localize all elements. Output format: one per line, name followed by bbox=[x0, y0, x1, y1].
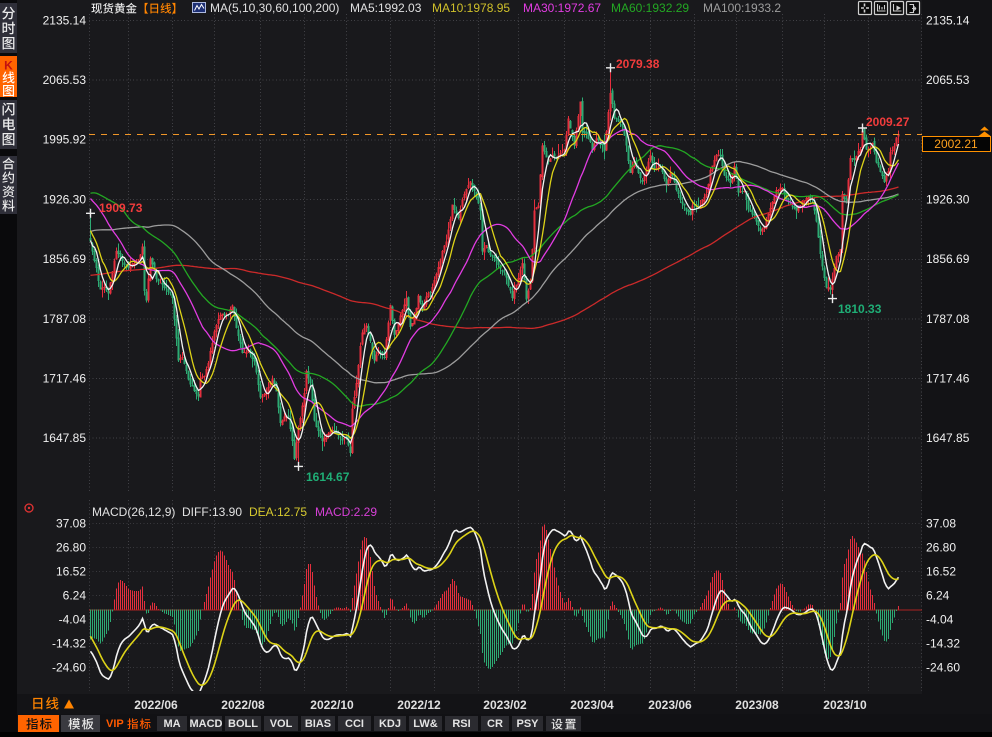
svg-text:1787.08: 1787.08 bbox=[43, 312, 87, 326]
svg-text:MA: MA bbox=[163, 718, 180, 730]
svg-text:MACD:2.29: MACD:2.29 bbox=[315, 505, 377, 519]
svg-text:CR: CR bbox=[487, 718, 503, 730]
svg-text:-24.60: -24.60 bbox=[52, 660, 86, 674]
svg-text:2135.14: 2135.14 bbox=[43, 13, 87, 27]
svg-text:-24.60: -24.60 bbox=[926, 660, 960, 674]
svg-text:-14.32: -14.32 bbox=[52, 636, 86, 650]
svg-text:MACD(26,12,9): MACD(26,12,9) bbox=[92, 505, 175, 519]
svg-text:MA10:1978.95: MA10:1978.95 bbox=[432, 1, 510, 15]
svg-text:2022/12: 2022/12 bbox=[397, 698, 441, 712]
svg-text:16.52: 16.52 bbox=[56, 564, 86, 578]
svg-text:K: K bbox=[4, 59, 13, 73]
svg-text:BIAS: BIAS bbox=[305, 718, 331, 730]
svg-text:2135.14: 2135.14 bbox=[926, 13, 970, 27]
svg-text:16.52: 16.52 bbox=[926, 564, 956, 578]
svg-text:1717.46: 1717.46 bbox=[926, 372, 970, 386]
svg-text:VOL: VOL bbox=[270, 718, 293, 730]
svg-text:1909.73: 1909.73 bbox=[99, 201, 143, 215]
svg-text:1995.92: 1995.92 bbox=[43, 133, 87, 147]
svg-text:DEA:12.75: DEA:12.75 bbox=[249, 505, 307, 519]
svg-text:2022/08: 2022/08 bbox=[221, 698, 265, 712]
svg-text:2065.53: 2065.53 bbox=[926, 73, 970, 87]
svg-text:1647.85: 1647.85 bbox=[43, 431, 87, 445]
svg-text:-4.04: -4.04 bbox=[926, 612, 954, 626]
svg-text:-4.04: -4.04 bbox=[59, 612, 87, 626]
svg-text:PSY: PSY bbox=[516, 718, 539, 730]
svg-text:37.08: 37.08 bbox=[926, 516, 956, 530]
svg-text:2022/06: 2022/06 bbox=[134, 698, 178, 712]
svg-text:26.80: 26.80 bbox=[926, 540, 956, 554]
svg-text:MACD: MACD bbox=[190, 718, 223, 730]
svg-text:MA5:1992.03: MA5:1992.03 bbox=[350, 1, 422, 15]
svg-text:-14.32: -14.32 bbox=[926, 636, 960, 650]
svg-text:2023/10: 2023/10 bbox=[823, 698, 867, 712]
svg-text:2023/04: 2023/04 bbox=[570, 698, 614, 712]
svg-text:1856.69: 1856.69 bbox=[43, 252, 87, 266]
svg-text:1926.30: 1926.30 bbox=[926, 192, 970, 206]
svg-text:RSI: RSI bbox=[452, 718, 470, 730]
svg-text:DIFF:13.90: DIFF:13.90 bbox=[182, 505, 242, 519]
svg-text:6.24: 6.24 bbox=[926, 588, 950, 602]
svg-text:BOLL: BOLL bbox=[228, 718, 258, 730]
svg-text:2023/02: 2023/02 bbox=[483, 698, 527, 712]
svg-text:MA30:1972.67: MA30:1972.67 bbox=[523, 1, 601, 15]
svg-text:2022/10: 2022/10 bbox=[310, 698, 354, 712]
svg-text:MA100:1933.2: MA100:1933.2 bbox=[703, 1, 781, 15]
svg-text:37.08: 37.08 bbox=[56, 516, 86, 530]
svg-text:MA60:1932.29: MA60:1932.29 bbox=[611, 1, 689, 15]
svg-text:1810.33: 1810.33 bbox=[838, 302, 882, 316]
svg-text:KDJ: KDJ bbox=[379, 718, 401, 730]
svg-text:CCI: CCI bbox=[345, 718, 364, 730]
svg-text:26.80: 26.80 bbox=[56, 540, 86, 554]
svg-text:2079.38: 2079.38 bbox=[616, 57, 660, 71]
svg-text:1787.08: 1787.08 bbox=[926, 312, 970, 326]
svg-text:1856.69: 1856.69 bbox=[926, 252, 970, 266]
svg-text:6.24: 6.24 bbox=[63, 588, 87, 602]
svg-text:1647.85: 1647.85 bbox=[926, 431, 970, 445]
svg-text:1614.67: 1614.67 bbox=[306, 470, 350, 484]
svg-text:2023/08: 2023/08 bbox=[735, 698, 779, 712]
svg-text:2065.53: 2065.53 bbox=[43, 73, 87, 87]
svg-text:2023/06: 2023/06 bbox=[648, 698, 692, 712]
svg-text:1717.46: 1717.46 bbox=[43, 372, 87, 386]
svg-text:2009.27: 2009.27 bbox=[866, 115, 910, 129]
svg-text:1926.30: 1926.30 bbox=[43, 192, 87, 206]
svg-text:2002.21: 2002.21 bbox=[934, 137, 978, 151]
svg-text:LW&: LW& bbox=[413, 718, 437, 730]
svg-text:VIP: VIP bbox=[106, 718, 124, 730]
svg-text:MA(5,10,30,60,100,200): MA(5,10,30,60,100,200) bbox=[210, 1, 339, 15]
